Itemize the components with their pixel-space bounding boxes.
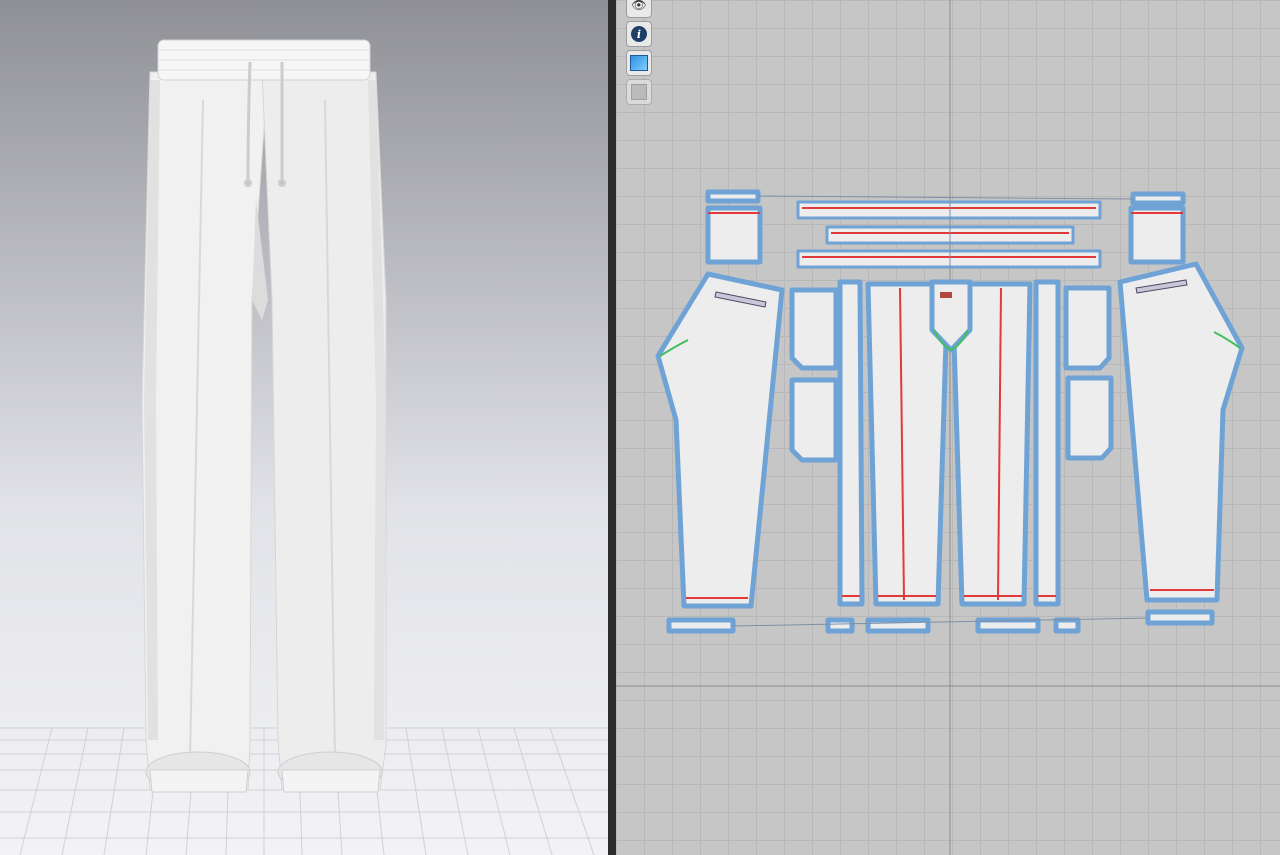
2d-pattern-viewport[interactable]: 👁 i <box>616 0 1280 855</box>
waistband <box>157 39 371 81</box>
view-divider[interactable] <box>608 0 616 855</box>
zipper-marker <box>940 292 952 298</box>
3d-viewport[interactable] <box>0 0 608 855</box>
pants-3d-model[interactable] <box>141 71 387 793</box>
info-icon: i <box>631 26 647 42</box>
texture-3d-icon <box>630 55 648 71</box>
texture-view-button[interactable] <box>626 50 652 76</box>
lock-garment-button[interactable] <box>626 79 652 105</box>
visibility-toggle-button[interactable]: 👁 <box>626 0 652 18</box>
info-button[interactable]: i <box>626 21 652 47</box>
visibility-eye-icon: 👁 <box>631 0 647 12</box>
locked-garment-icon <box>631 84 647 100</box>
